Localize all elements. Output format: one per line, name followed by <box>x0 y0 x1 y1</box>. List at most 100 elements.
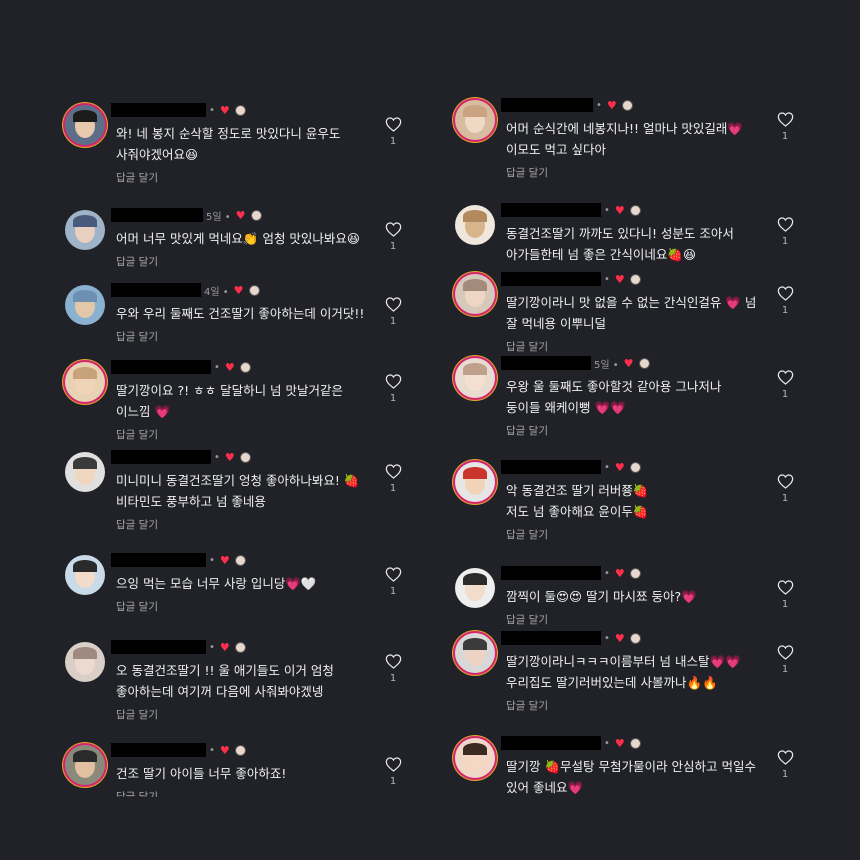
creator-liked-heart-icon: ♥ <box>224 360 235 374</box>
redacted-username <box>501 356 591 370</box>
like-button[interactable]: 1 <box>775 474 795 504</box>
like-count: 1 <box>781 599 789 610</box>
comment-meta: • ♥ <box>604 203 641 217</box>
like-button[interactable]: 1 <box>775 112 795 142</box>
comment-meta: • ♥ <box>209 553 246 567</box>
comment-text: 동결건조딸기 까까도 있다니! 성분도 조아서 아가들한테 넘 좋은 간식이네요🍓… <box>506 223 734 265</box>
like-count: 1 <box>781 389 789 400</box>
comment-meta: • ♥ <box>604 460 641 474</box>
avatar-hair <box>463 279 487 291</box>
avatar-hair <box>463 573 487 585</box>
comment-time: • <box>604 461 610 473</box>
avatar[interactable] <box>65 362 105 402</box>
reply-button[interactable]: 답글 달기 <box>116 427 158 442</box>
comment-item: • ♥ 악 동결건조 딸기 러버쭁🍓 저도 넘 좋아해요 윤이두🍓 답글 달기 1 <box>430 460 860 555</box>
comment-time: • <box>209 744 215 756</box>
like-button[interactable]: 1 <box>383 757 403 787</box>
comment-text-line: 둥이들 왜케이뻥 💗💗 <box>506 400 626 415</box>
comment-text: 으잉 먹는 모습 너무 사랑 입니당💗🤍 <box>116 573 317 594</box>
avatar-hair <box>463 638 487 650</box>
like-button[interactable]: 1 <box>775 217 795 247</box>
avatar[interactable] <box>65 210 105 250</box>
reply-button[interactable]: 답글 달기 <box>506 612 548 627</box>
like-button[interactable]: 1 <box>775 370 795 400</box>
heart-outline-icon <box>385 464 401 479</box>
heart-outline-icon <box>777 286 793 301</box>
heart-outline-icon <box>777 645 793 660</box>
reply-button[interactable]: 답글 달기 <box>116 170 158 185</box>
comment-meta: 5일 • ♥ <box>206 208 262 223</box>
comment-text-line: 딸기깡이요 ?! ㅎㅎ 달달하니 넘 맛날거같은 <box>116 383 344 398</box>
like-button[interactable]: 1 <box>775 286 795 316</box>
redacted-username <box>111 283 201 297</box>
avatar[interactable] <box>65 642 105 682</box>
comment-meta: • ♥ <box>209 640 246 654</box>
comment-meta: • ♥ <box>209 743 246 757</box>
like-count: 1 <box>389 136 397 147</box>
redacted-username <box>111 208 203 222</box>
heart-outline-icon <box>777 112 793 127</box>
reply-button[interactable]: 답글 달기 <box>116 599 158 614</box>
heart-outline-icon <box>385 222 401 237</box>
comment-item: 5일 • ♥ 우왕 울 둘째도 좋아할것 같아용 그나저나 둥이들 왜케이뻥 💗💗 답글… <box>430 356 860 451</box>
redacted-username <box>501 736 601 750</box>
like-button[interactable]: 1 <box>383 374 403 404</box>
bottom-crop-mask <box>0 797 430 860</box>
like-button[interactable]: 1 <box>383 464 403 494</box>
redacted-username <box>111 743 206 757</box>
avatar[interactable] <box>455 568 495 608</box>
reply-button[interactable]: 답글 달기 <box>116 254 158 269</box>
like-button[interactable]: 1 <box>383 297 403 327</box>
comment-meta: • ♥ <box>596 98 633 112</box>
avatar-hair <box>463 105 487 117</box>
reply-button[interactable]: 답글 달기 <box>116 517 158 532</box>
reply-button[interactable]: 답글 달기 <box>506 423 548 438</box>
avatar[interactable] <box>65 452 105 492</box>
avatar[interactable] <box>455 462 495 502</box>
creator-liked-heart-icon: ♥ <box>614 566 625 580</box>
avatar[interactable] <box>455 633 495 673</box>
heart-outline-icon <box>777 580 793 595</box>
reply-button[interactable]: 답글 달기 <box>116 707 158 722</box>
comment-meta: • ♥ <box>214 360 251 374</box>
like-button[interactable]: 1 <box>383 567 403 597</box>
comment-item: • ♥ 미니미니 동결건조딸기 엉청 좋아하나봐요! 🍓 비타민도 풍부하고 넘 좋네… <box>0 450 430 545</box>
comment-text: 미니미니 동결건조딸기 엉청 좋아하나봐요! 🍓 비타민도 풍부하고 넘 좋네용 <box>116 470 359 512</box>
comment-text-line: 어머 순식간에 네봉지나!! 얼마나 맛있길래💗 <box>506 121 743 136</box>
like-button[interactable]: 1 <box>383 222 403 252</box>
comment-text-line: 오 동결건조딸기 !! 울 애기들도 이거 엄청 <box>116 663 334 678</box>
comment-time: • <box>209 104 215 116</box>
like-button[interactable]: 1 <box>775 580 795 610</box>
creator-avatar-icon <box>234 554 246 566</box>
avatar[interactable] <box>455 274 495 314</box>
reply-button[interactable]: 답글 달기 <box>506 339 548 354</box>
avatar[interactable] <box>455 100 495 140</box>
reply-button[interactable]: 답글 달기 <box>506 527 548 542</box>
reply-button[interactable]: 답글 달기 <box>506 698 548 713</box>
avatar[interactable] <box>455 205 495 245</box>
creator-avatar-icon <box>629 632 641 644</box>
comment-text: 어머 순식간에 네봉지나!! 얼마나 맛있길래💗 이모도 먹고 싶다아 <box>506 118 743 160</box>
comment-text: 우와 우리 둘째도 건조딸기 좋아하는데 이거닷!! <box>116 303 364 324</box>
comment-text-line: 미니미니 동결건조딸기 엉청 좋아하나봐요! 🍓 <box>116 473 360 488</box>
avatar[interactable] <box>455 738 495 778</box>
avatar[interactable] <box>455 358 495 398</box>
creator-liked-heart-icon: ♥ <box>219 640 230 654</box>
redacted-username <box>111 640 206 654</box>
comment-text-line: 으잉 먹는 모습 너무 사랑 입니당💗🤍 <box>116 576 317 591</box>
comment-meta: • ♥ <box>209 103 246 117</box>
avatar[interactable] <box>65 285 105 325</box>
like-button[interactable]: 1 <box>775 750 795 780</box>
like-button[interactable]: 1 <box>383 654 403 684</box>
reply-button[interactable]: 답글 달기 <box>506 165 548 180</box>
avatar[interactable] <box>65 745 105 785</box>
reply-button[interactable]: 답글 달기 <box>116 329 158 344</box>
creator-liked-heart-icon: ♥ <box>614 272 625 286</box>
avatar[interactable] <box>65 105 105 145</box>
comment-text-line: 와! 네 봉지 순삭할 정도로 맛있다니 윤우도 <box>116 126 341 141</box>
avatar[interactable] <box>65 555 105 595</box>
like-count: 1 <box>781 769 789 780</box>
like-button[interactable]: 1 <box>383 117 403 147</box>
like-button[interactable]: 1 <box>775 645 795 675</box>
redacted-username <box>111 360 211 374</box>
